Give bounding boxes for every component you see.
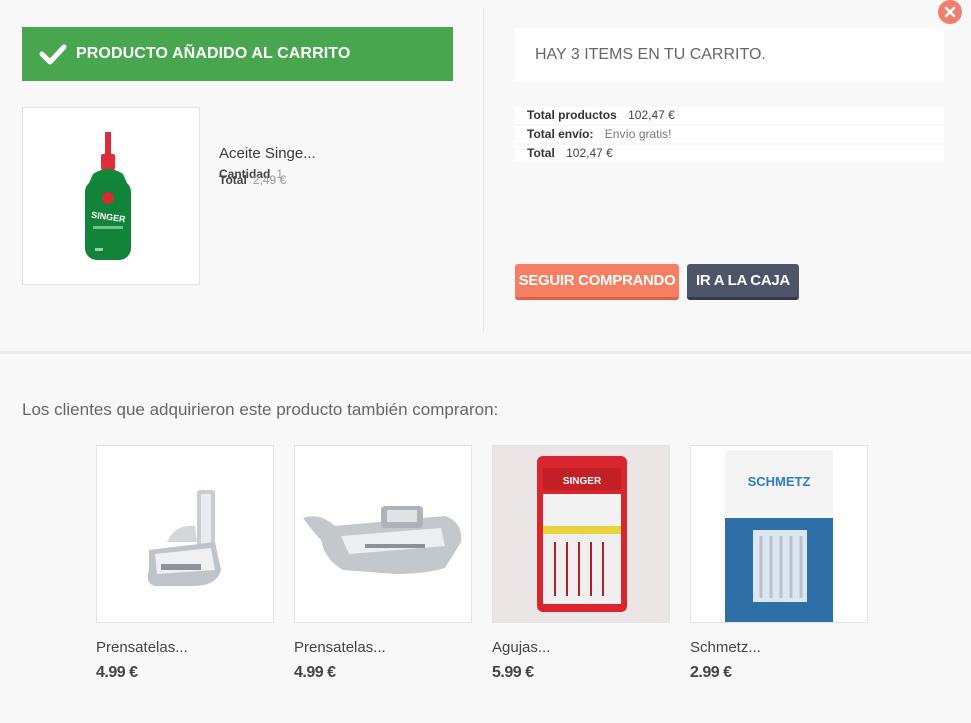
product-card[interactable]: SINGER Agujas... 5.99 €	[492, 445, 670, 682]
product-name[interactable]: Prensatelas...	[294, 639, 472, 656]
summary-total-value: 102,47 €	[566, 146, 613, 160]
product-name[interactable]: Agujas...	[492, 639, 670, 656]
summary-total-label: Total	[527, 146, 555, 160]
added-product-image: SINGER	[22, 107, 200, 285]
product-image[interactable]: SINGER	[492, 445, 670, 623]
product-card[interactable]: Prensatelas... 4.99 €	[96, 445, 274, 682]
summary-shipping-value: Envío gratis!	[604, 127, 672, 141]
summary-shipping-row: Total envío: Envío gratis!	[515, 126, 944, 143]
product-card[interactable]: Prensatelas... 4.99 €	[294, 445, 472, 682]
product-price: 2.99 €	[690, 664, 732, 681]
success-banner: PRODUCTO AÑADIDO AL CARRITO	[22, 27, 453, 81]
check-icon	[39, 44, 67, 65]
product-name[interactable]: Prensatelas...	[96, 639, 274, 656]
svg-text:SINGER: SINGER	[563, 476, 602, 487]
close-button[interactable]	[938, 0, 962, 24]
continue-shopping-button[interactable]: SEGUIR COMPRANDO	[515, 264, 679, 300]
product-image[interactable]: SCHMETZ	[690, 445, 868, 623]
added-product-name: Aceite Singe...	[219, 145, 316, 162]
added-product-meta: Cantidad 1 Total 2,49 €	[219, 168, 286, 186]
summary-products-value: 102,47 €	[628, 108, 675, 122]
cart-count-box: HAY 3 ITEMS EN TU CARRITO.	[515, 28, 944, 82]
product-image[interactable]	[294, 445, 472, 623]
cart-count-message: HAY 3 ITEMS EN TU CARRITO.	[535, 46, 766, 63]
product-total-value: 2,49 €	[252, 173, 287, 187]
product-card[interactable]: SCHMETZ Schmetz... 2.99 €	[690, 445, 868, 682]
also-bought-title: Los clientes que adquirieron este produc…	[22, 400, 499, 419]
horizontal-divider	[0, 351, 971, 354]
svg-text:SCHMETZ: SCHMETZ	[748, 474, 811, 489]
close-icon	[944, 6, 956, 18]
product-price: 4.99 €	[96, 664, 138, 681]
cart-summary: Total productos 102,47 € Total envío: En…	[515, 107, 944, 164]
summary-products-row: Total productos 102,47 €	[515, 107, 944, 124]
product-total-label: Total	[219, 173, 247, 187]
summary-products-label: Total productos	[527, 108, 617, 122]
product-image[interactable]	[96, 445, 274, 623]
product-name[interactable]: Schmetz...	[690, 639, 868, 656]
summary-total-row: Total 102,47 €	[515, 145, 944, 162]
product-price: 5.99 €	[492, 664, 534, 681]
checkout-button[interactable]: IR A LA CAJA	[687, 264, 799, 300]
success-message: PRODUCTO AÑADIDO AL CARRITO	[76, 45, 351, 62]
summary-shipping-label: Total envío:	[527, 127, 594, 141]
vertical-divider	[483, 8, 484, 332]
product-price: 4.99 €	[294, 664, 336, 681]
